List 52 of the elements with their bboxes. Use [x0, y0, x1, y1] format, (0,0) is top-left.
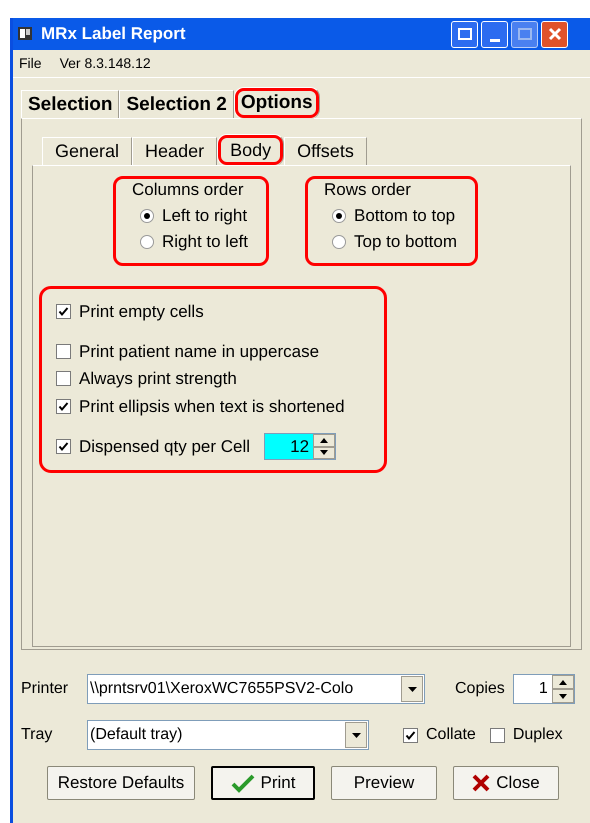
checkbox[interactable] [56, 371, 71, 386]
tab[interactable]: Header [132, 137, 218, 165]
tab[interactable]: Selection [21, 90, 120, 118]
app-icon [17, 26, 33, 42]
spin-arrows-icon[interactable] [552, 675, 574, 703]
radio-option[interactable]: Top to bottom [332, 231, 458, 253]
dropdown[interactable]: (Default tray) [87, 720, 369, 750]
maximize-icon [518, 28, 532, 40]
close-icon [472, 774, 490, 792]
checkbox-label: Print patient name in uppercase [79, 340, 320, 362]
checkbox-label: Collate [426, 725, 476, 745]
button[interactable]: Print [211, 766, 315, 800]
dropdown[interactable]: \\prntsrv01\XeroxWC7655PSV2-Colo [87, 674, 425, 704]
spin-field[interactable]: 12 [264, 433, 336, 460]
copies-spin-field[interactable]: 1 [512, 674, 575, 704]
checkbox-label: Print empty cells [79, 301, 204, 323]
checkbox[interactable] [56, 398, 71, 414]
tab[interactable]: Options [234, 87, 320, 119]
checkbox-label: Dispensed qty per Cell [79, 436, 250, 458]
spin-arrows-icon[interactable] [313, 434, 336, 459]
field-label: Tray [21, 725, 54, 745]
checkbox[interactable] [56, 439, 71, 454]
checkbox[interactable] [490, 728, 505, 742]
maximize-button[interactable] [511, 20, 538, 48]
minimize-icon [490, 38, 500, 42]
checkbox-label: Duplex [512, 725, 563, 745]
tab[interactable]: Body [217, 134, 284, 166]
checkmark-icon [230, 773, 255, 793]
checkbox[interactable] [56, 344, 71, 359]
field-label: Copies [455, 679, 505, 699]
minimize-button[interactable] [481, 20, 508, 48]
field-label: Printer [21, 679, 70, 699]
radio-option[interactable]: Bottom to top [332, 205, 458, 227]
tab[interactable]: General [42, 137, 132, 165]
restore-button[interactable] [451, 20, 478, 48]
checkbox[interactable] [56, 304, 71, 320]
radio-option[interactable]: Right to left [140, 231, 248, 253]
button[interactable]: Restore Defaults [47, 766, 195, 800]
tab[interactable]: Selection 2 [119, 90, 234, 118]
button[interactable]: Preview [331, 766, 437, 800]
close-button[interactable] [541, 20, 568, 48]
radio-option[interactable]: Left to right [140, 205, 248, 227]
menu-item[interactable]: File [19, 53, 42, 74]
window-icon [458, 28, 472, 40]
checkbox-label: Print ellipsis when text is shortened [79, 396, 345, 418]
checkbox[interactable] [403, 728, 418, 742]
button[interactable]: Close [453, 766, 559, 800]
window-title: MRx Label Report [41, 23, 187, 46]
tab[interactable]: Offsets [284, 137, 367, 165]
close-icon [548, 27, 562, 41]
version-label: Ver 8.3.148.12 [60, 54, 151, 73]
checkbox-label: Always print strength [79, 368, 237, 390]
